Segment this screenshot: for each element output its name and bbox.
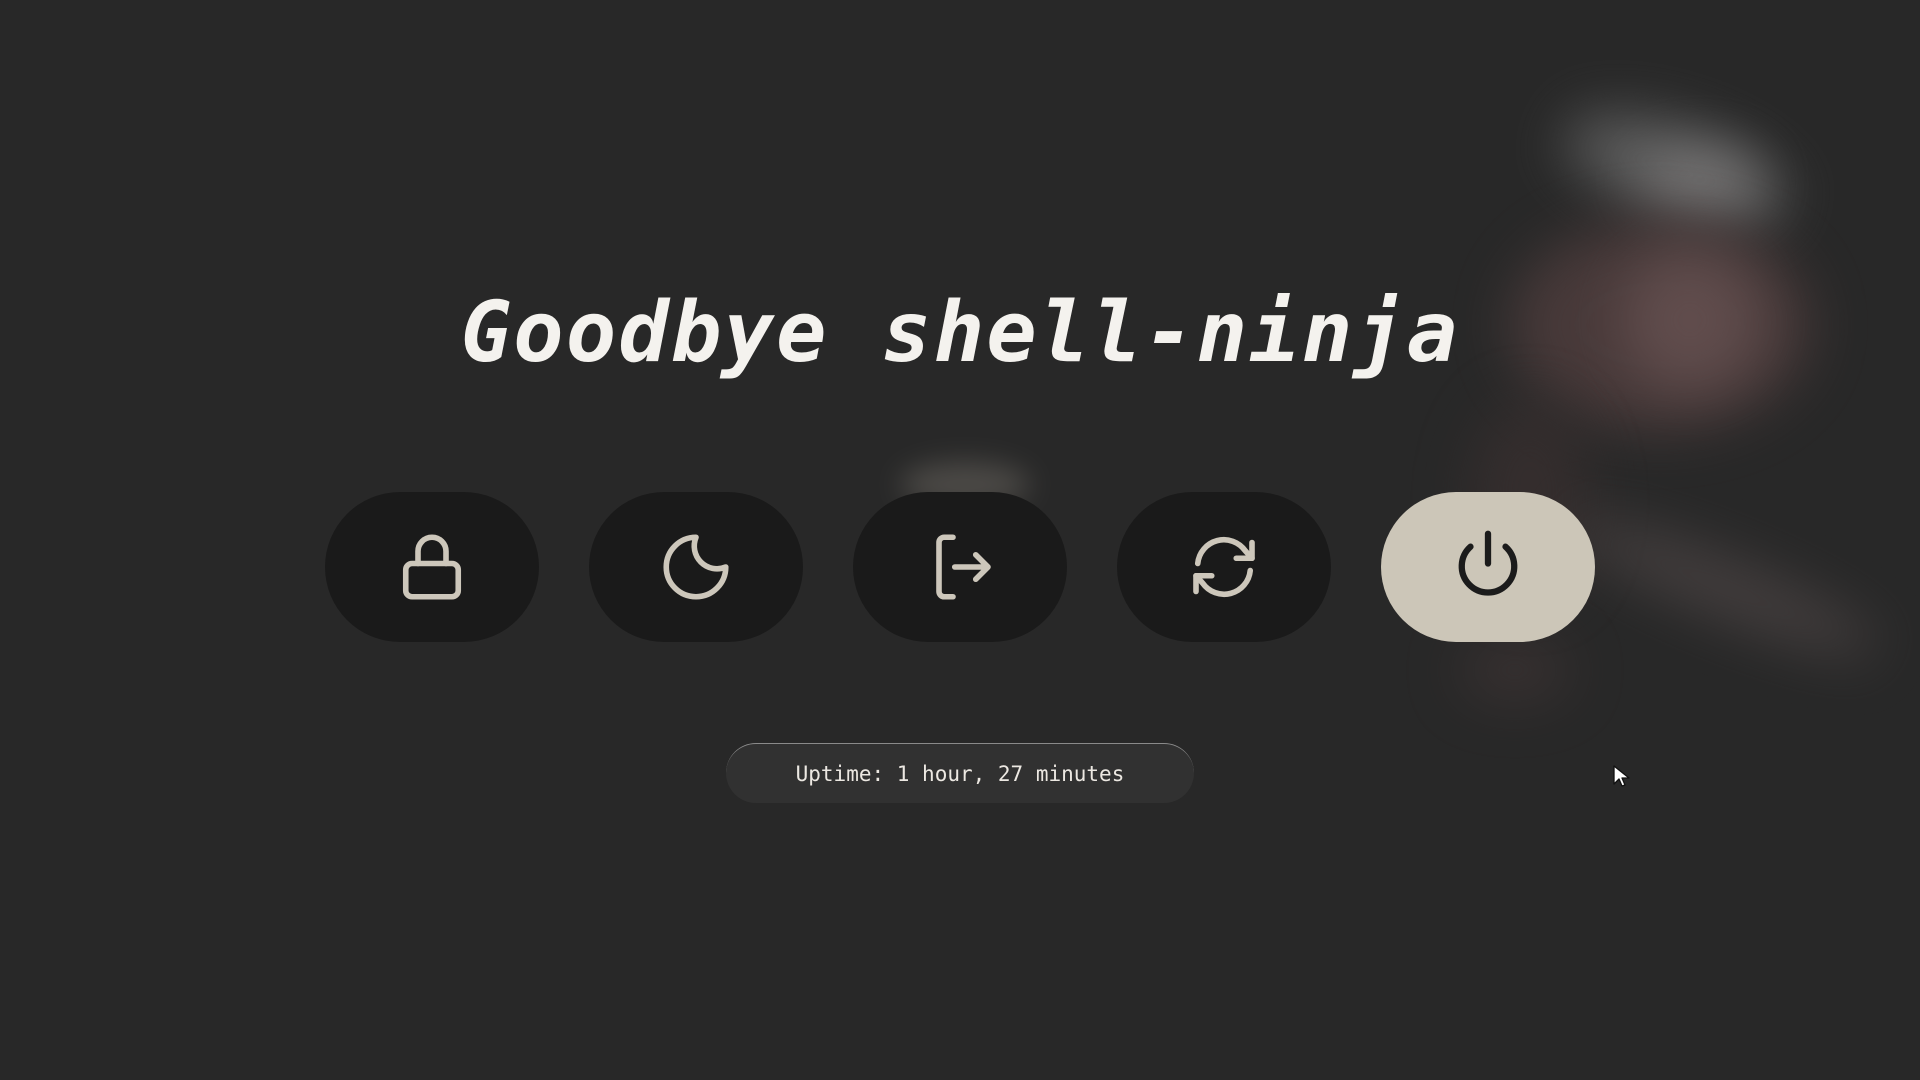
logout-icon	[936, 534, 991, 600]
moon-icon	[663, 534, 729, 600]
logout-button[interactable]	[853, 492, 1067, 642]
uptime-label: Uptime: 1 hour, 27 minutes	[726, 743, 1194, 803]
lock-icon	[402, 534, 462, 600]
mouse-cursor-icon	[1613, 765, 1630, 787]
suspend-button[interactable]	[589, 492, 803, 642]
lock-button[interactable]	[325, 492, 539, 642]
power-actions	[325, 492, 1595, 642]
power-icon	[1458, 530, 1518, 596]
logout-screen: Goodbye shell-ninja Uptime: 1 hour, 27 m…	[0, 0, 1920, 1080]
reboot-button[interactable]	[1117, 492, 1331, 642]
shutdown-button[interactable]	[1381, 492, 1595, 642]
greeting-title: Goodbye shell-ninja	[460, 283, 1460, 381]
refresh-icon	[1193, 536, 1255, 598]
